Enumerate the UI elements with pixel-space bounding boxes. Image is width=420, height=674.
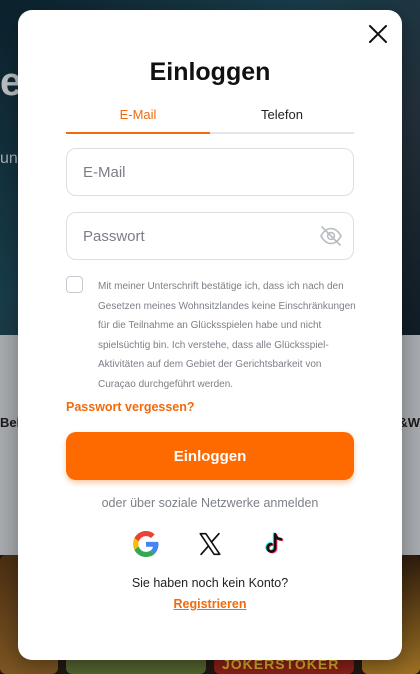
- login-method-tabs: E-Mail Telefon: [66, 104, 354, 134]
- password-field-wrapper: [66, 212, 354, 260]
- email-input[interactable]: [67, 149, 353, 195]
- close-icon: [369, 25, 387, 43]
- tiktok-icon[interactable]: [261, 531, 287, 557]
- modal-title: Einloggen: [149, 58, 271, 86]
- consent-checkbox[interactable]: [66, 276, 83, 293]
- tab-phone[interactable]: Telefon: [210, 104, 354, 132]
- email-field-wrapper: [66, 148, 354, 196]
- password-input[interactable]: [67, 213, 353, 259]
- register-link[interactable]: Registrieren: [18, 597, 402, 611]
- google-icon[interactable]: [133, 531, 159, 557]
- close-button[interactable]: [366, 22, 390, 46]
- forgot-password-link[interactable]: Passwort vergessen?: [66, 400, 195, 414]
- x-icon[interactable]: [197, 531, 223, 557]
- social-login-text: oder über soziale Netzwerke anmelden: [101, 496, 319, 510]
- eye-off-icon[interactable]: [319, 225, 343, 247]
- tab-email[interactable]: E-Mail: [66, 104, 210, 134]
- login-modal: Einloggen E-Mail Telefon Mit meiner Unte…: [18, 10, 402, 660]
- consent-text: Mit meiner Unterschrift bestätige ich, d…: [98, 281, 356, 390]
- login-button[interactable]: Einloggen: [66, 432, 354, 480]
- no-account-text: Sie haben noch kein Konto?: [131, 576, 289, 590]
